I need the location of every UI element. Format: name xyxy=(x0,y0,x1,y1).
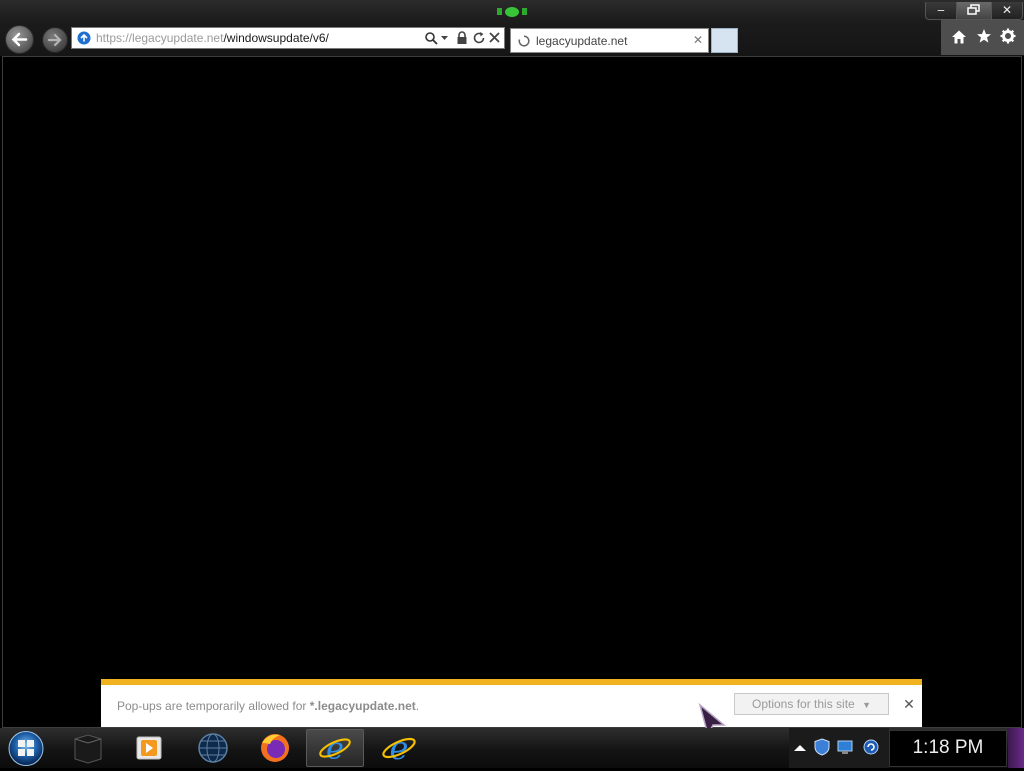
restore-button[interactable] xyxy=(956,2,992,20)
forward-arrow-icon xyxy=(47,33,62,47)
stop-icon[interactable] xyxy=(488,31,501,44)
minimize-button[interactable]: ‒ xyxy=(925,2,957,20)
clock-time: 1:18 PM xyxy=(912,737,984,758)
globe-icon xyxy=(198,733,228,763)
notification-message: Pop-ups are temporarily allowed for *.le… xyxy=(117,699,419,713)
address-url[interactable]: https://legacyupdate.net/windowsupdate/v… xyxy=(96,31,329,45)
close-icon: ✕ xyxy=(903,697,915,713)
taskbar-item-firefox[interactable] xyxy=(246,729,304,767)
taskbar-item-internet-explorer[interactable]: e xyxy=(306,729,364,767)
notification-prefix: Pop-ups are temporarily allowed for xyxy=(117,699,310,713)
clock-area[interactable]: 1:18 PM xyxy=(889,730,1007,767)
system-tray xyxy=(789,728,889,768)
svg-text:e: e xyxy=(390,729,409,767)
tab-title: legacyupdate.net xyxy=(536,34,628,48)
home-icon[interactable] xyxy=(951,29,967,45)
favorites-star-icon[interactable] xyxy=(976,28,992,44)
svg-text:e: e xyxy=(326,731,344,766)
network-icon[interactable] xyxy=(837,739,853,755)
url-scheme: https:// xyxy=(96,31,133,45)
loading-spinner-icon xyxy=(518,35,530,47)
close-window-button[interactable]: ✕ xyxy=(991,2,1023,20)
start-button[interactable] xyxy=(6,730,46,767)
search-icon[interactable] xyxy=(424,31,438,45)
lock-icon[interactable] xyxy=(456,31,468,45)
options-for-this-site-button[interactable]: Options for this site ▼ xyxy=(734,693,889,715)
window-glow-indicator xyxy=(497,7,527,17)
taskbar-item-media-player[interactable] xyxy=(120,729,178,767)
taskbar-item-globe-app[interactable] xyxy=(184,729,242,767)
media-player-icon xyxy=(136,736,162,760)
black-box-app-icon xyxy=(74,734,102,764)
close-icon: ✕ xyxy=(1001,3,1013,17)
security-shield-icon[interactable] xyxy=(814,738,830,756)
popup-notification-bar: Pop-ups are temporarily allowed for *.le… xyxy=(101,679,922,727)
notification-suffix: . xyxy=(415,699,420,713)
notification-close-button[interactable]: ✕ xyxy=(901,697,917,713)
back-button[interactable] xyxy=(5,25,34,54)
show-hidden-icon[interactable] xyxy=(793,742,807,754)
tools-gear-icon[interactable] xyxy=(1000,28,1016,44)
notification-site: *.legacyupdate.net xyxy=(309,699,416,713)
internet-explorer-icon: e xyxy=(382,729,416,767)
restore-icon xyxy=(967,4,980,15)
firefox-icon xyxy=(261,734,289,762)
update-icon[interactable] xyxy=(863,738,879,756)
dropdown-arrow-icon[interactable] xyxy=(441,36,448,41)
show-desktop-button[interactable] xyxy=(1008,728,1024,768)
tab-legacyupdate[interactable]: legacyupdate.net ✕ xyxy=(510,28,709,53)
address-bar[interactable]: https://legacyupdate.net/windowsupdate/v… xyxy=(71,27,505,49)
options-label: Options for this site xyxy=(752,697,855,711)
url-domain: legacyupdate.net xyxy=(132,31,224,45)
chevron-down-icon: ▼ xyxy=(862,700,871,710)
refresh-icon[interactable] xyxy=(472,31,486,45)
internet-explorer-icon: e xyxy=(319,731,351,766)
new-tab-button[interactable] xyxy=(711,28,738,53)
taskbar-item-internet-explorer-2[interactable]: e xyxy=(370,729,428,767)
page-content[interactable] xyxy=(2,56,1022,728)
url-path: /windowsupdate/v6/ xyxy=(223,31,329,45)
minimize-icon: ‒ xyxy=(937,3,945,17)
forward-button[interactable] xyxy=(42,27,68,53)
back-arrow-icon xyxy=(11,32,28,47)
command-toolbar xyxy=(941,20,1024,55)
ie-page-icon xyxy=(77,31,91,45)
taskbar-item-black-app[interactable] xyxy=(60,729,118,767)
tab-close-icon[interactable]: ✕ xyxy=(693,33,703,47)
